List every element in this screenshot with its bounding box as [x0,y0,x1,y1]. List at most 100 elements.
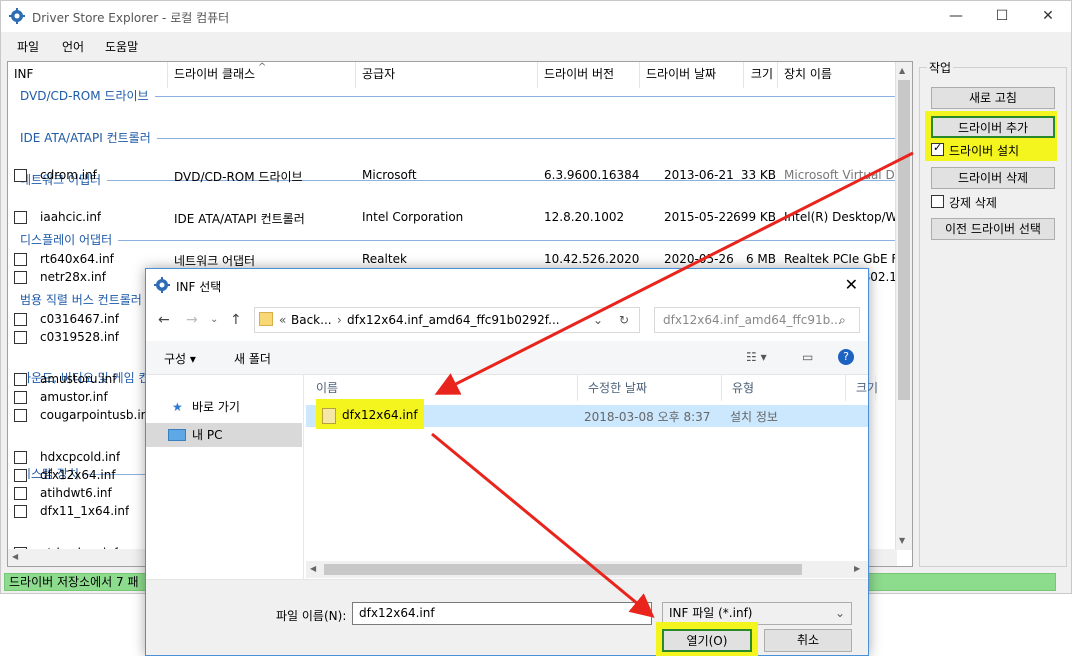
row-checkbox[interactable] [14,409,27,422]
actions-panel: 작업 새로 고침 드라이버 추가 ✓ 드라이버 설치 드라이버 삭제 강제 삭제… [919,59,1067,567]
scroll-left-icon[interactable]: ◀ [310,564,316,573]
refresh-icon[interactable]: ↻ [619,313,629,327]
column-name[interactable]: 이름 [306,375,578,401]
row-checkbox[interactable] [14,469,27,482]
gear-icon [9,8,25,24]
up-icon[interactable]: ↑ [230,312,242,328]
row-checkbox[interactable] [14,271,27,284]
table-row[interactable]: cdrom.inf DVD/CD-ROM 드라이브 Microsoft 6.3.960… [8,167,912,185]
file-list-scrollbar[interactable]: ◀ ▶ [306,561,868,578]
cell-inf: amustor.inf [40,390,108,404]
filename-input[interactable]: dfx12x64.inf [352,602,652,625]
row-checkbox[interactable] [14,373,27,386]
group-divider [118,240,897,241]
cell-inf: rt640x64.inf [40,252,114,266]
row-checkbox[interactable] [14,331,27,344]
table-row[interactable]: rt640x64.inf 네트워크 어댑터 Realtek 10.42.526.202… [8,251,912,269]
group-dvd[interactable]: DVD/CD-ROM 드라이브 [20,87,907,105]
window-title: Driver Store Explorer - 로컬 컴퓨터 [32,11,230,25]
chevron-down-icon[interactable]: ⌄ [593,313,603,327]
view-options-icon[interactable]: ☷ ▾ [746,350,767,364]
checkbox[interactable] [931,195,944,208]
menu-help[interactable]: 도움말 [105,38,138,55]
column-inf[interactable]: INF [8,62,168,88]
column-size[interactable]: 크기 [744,62,778,88]
group-label: 범용 직렬 버스 컨트롤러 [20,293,142,307]
row-checkbox[interactable] [14,169,27,182]
menu-language[interactable]: 언어 [62,38,84,55]
nav-this-pc[interactable]: 내 PC [146,423,302,447]
row-checkbox[interactable] [14,505,27,518]
group-usb[interactable]: 범용 직렬 버스 컨트롤러 [20,291,142,309]
cell-dev: Intel(R) Desktop/Wo [784,210,898,224]
cell-size: 33 KB [740,168,776,182]
forward-icon[interactable]: → [186,312,198,328]
cancel-button[interactable]: 취소 [764,629,852,652]
row-checkbox[interactable] [14,451,27,464]
row-checkbox[interactable] [14,211,27,224]
address-bar[interactable]: « Back... › dfx12x64.inf_amd64_ffc91b029… [254,307,640,333]
scroll-thumb[interactable] [898,80,910,400]
scroll-up-icon[interactable]: ▲ [899,66,905,75]
recent-dropdown-icon[interactable]: ⌄ [210,314,218,325]
dialog-footer: 파일 이름(N): dfx12x64.inf INF 파일 (*.inf) ⌄ … [146,579,868,656]
filetype-value: INF 파일 (*.inf) [669,606,753,620]
table-row[interactable]: iaahcic.inf IDE ATA/ATAPI 컨트롤러 Intel Corpo… [8,209,912,227]
column-class-label: 드라이버 클래스 [174,67,256,81]
cell-ver: 12.8.20.1002 [544,210,625,224]
vertical-scrollbar[interactable]: ▲ ▼ [895,62,912,550]
back-icon[interactable]: ← [158,312,170,328]
file-row-selected[interactable]: dfx12x64.inf 2018-03-08 오후 8:37 설치 정보 [306,399,868,429]
column-provider[interactable]: 공급자 [356,62,538,88]
maximize-button[interactable]: ☐ [979,1,1025,32]
cell-inf: c0316467.inf [40,312,120,326]
scroll-thumb[interactable] [324,564,802,575]
nav-label: 바로 가기 [192,400,240,414]
checkbox-checked[interactable]: ✓ [931,141,944,156]
scroll-left-icon[interactable]: ◀ [12,552,18,561]
row-checkbox[interactable] [14,487,27,500]
cell-cls: 네트워크 어댑터 [174,254,256,268]
open-button[interactable]: 열기(O) [662,629,752,652]
scroll-right-icon[interactable]: ▶ [854,564,860,573]
column-date[interactable]: 드라이버 날짜 [640,62,744,88]
row-checkbox[interactable] [14,391,27,404]
inf-select-dialog: INF 선택 ✕ ← → ⌄ ↑ « Back... › dfx12x64.in… [145,268,878,656]
group-ide[interactable]: IDE ATA/ATAPI 컨트롤러 [20,129,912,147]
column-size[interactable]: 크기 [846,375,878,401]
column-class[interactable]: 드라이버 클래스 ^ [168,62,356,88]
nav-quick-access[interactable]: ★ 바로 가기 [146,395,302,419]
sort-arrow-icon: ^ [258,62,267,73]
dialog-close-button[interactable]: ✕ [845,275,858,294]
menu-file[interactable]: 파일 [17,38,39,55]
breadcrumb-back[interactable]: Back... [291,313,332,327]
minimize-button[interactable]: — [933,1,979,32]
column-version[interactable]: 드라이버 버전 [538,62,640,88]
add-driver-button[interactable]: 드라이버 추가 [931,116,1055,138]
search-icon[interactable]: ⌕ [839,313,846,328]
select-old-drivers-button[interactable]: 이전 드라이버 선택 [931,218,1055,240]
row-checkbox[interactable] [14,253,27,266]
refresh-button[interactable]: 새로 고침 [931,87,1055,109]
row-checkbox[interactable] [14,313,27,326]
column-modified[interactable]: 수정한 날짜 [578,375,722,401]
file-date: 2018-03-08 오후 8:37 [584,410,711,424]
cell-size: 6 MB [745,252,776,266]
close-button[interactable]: ✕ [1025,1,1071,32]
column-device[interactable]: 장치 이름 [778,62,898,88]
delete-driver-button[interactable]: 드라이버 삭제 [931,167,1055,189]
breadcrumb-folder[interactable]: dfx12x64.inf_amd64_ffc91b0292f... [347,313,560,327]
install-driver-label: 드라이버 설치 [949,144,1020,158]
help-icon[interactable]: ? [838,349,854,365]
preview-pane-icon[interactable]: ▭ [802,350,813,364]
dialog-title: INF 선택 [176,280,222,294]
column-type[interactable]: 유형 [722,375,846,401]
computer-icon [168,429,186,441]
new-folder-button[interactable]: 새 폴더 [234,350,271,367]
cell-prov: Realtek [362,252,407,266]
scroll-down-icon[interactable]: ▼ [899,536,905,545]
search-field[interactable]: dfx12x64.inf_amd64_ffc91b... ⌕ [654,307,860,333]
organize-button[interactable]: 구성 ▾ [164,350,196,367]
cell-size: 699 KB [733,210,776,224]
group-display[interactable]: 디스플레이 어댑터 [20,231,897,249]
